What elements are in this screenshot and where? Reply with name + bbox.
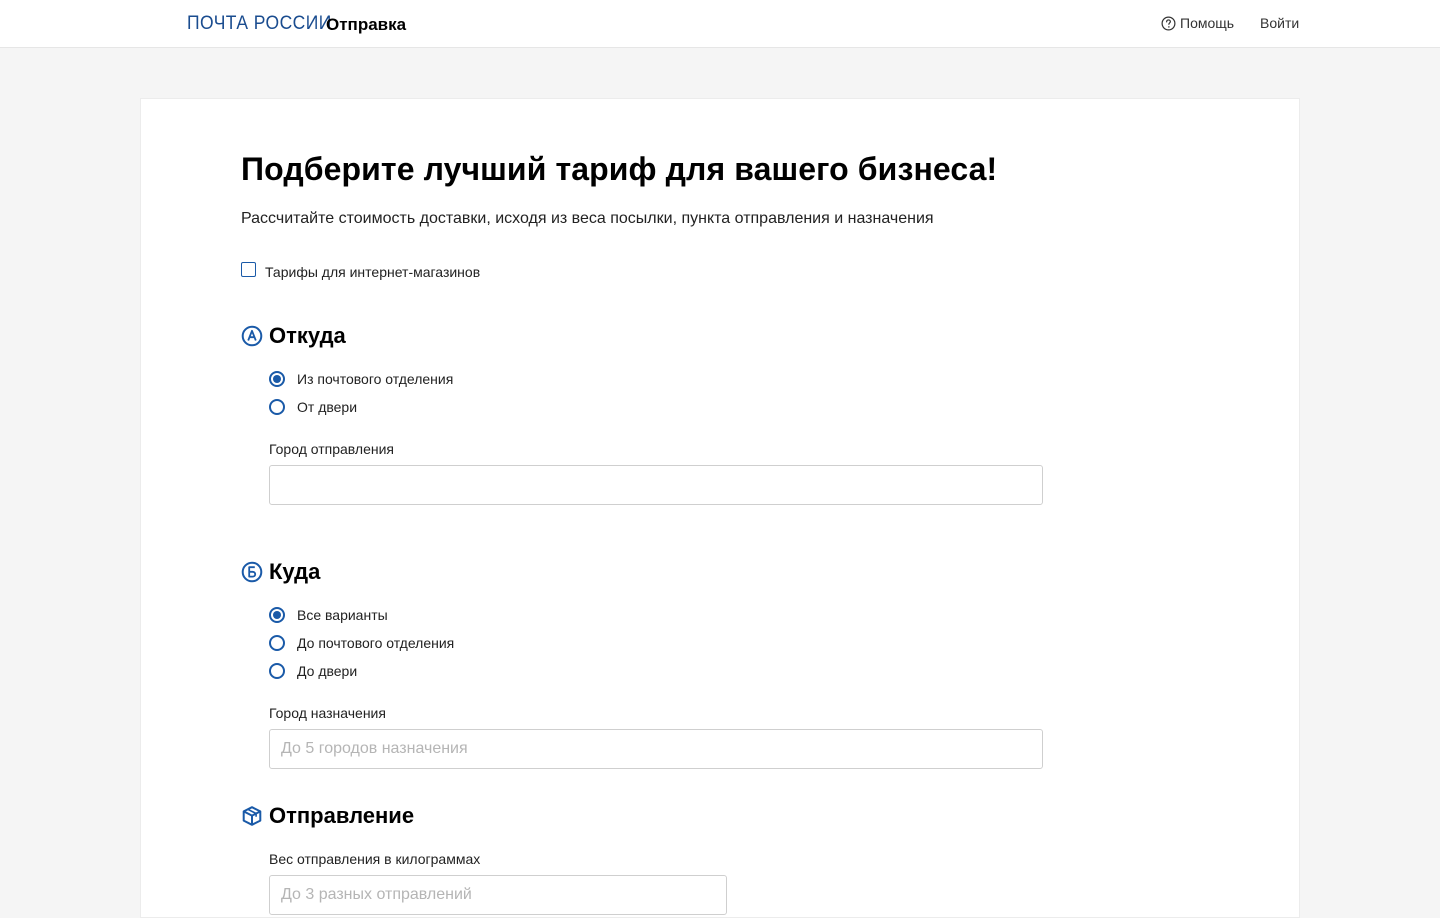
page-title: Подберите лучший тариф для вашего бизнес…	[241, 151, 998, 187]
to-option-all[interactable]: Все варианты	[269, 607, 388, 623]
radio-button[interactable]	[269, 635, 285, 651]
from-option-door[interactable]: От двери	[269, 399, 357, 415]
help-label: Помощь	[1180, 15, 1235, 31]
radio-button-checked[interactable]	[269, 607, 285, 623]
to-section-title: Куда	[269, 559, 321, 584]
letter-b-circle-icon	[241, 561, 263, 583]
checkbox-label: Тарифы для интернет-магазинов	[265, 264, 481, 280]
question-circle-icon	[1161, 16, 1176, 30]
package-box-icon	[242, 806, 262, 826]
checkbox-box[interactable]	[241, 261, 256, 277]
from-section-title: Откуда	[269, 323, 346, 348]
to-option-door[interactable]: До двери	[269, 663, 357, 679]
destination-city-input[interactable]	[269, 729, 1043, 769]
radio-label: Из почтового отделения	[297, 371, 454, 387]
radio-button-checked[interactable]	[269, 371, 285, 387]
ecommerce-tariffs-checkbox[interactable]: Тарифы для интернет-магазинов	[241, 261, 481, 280]
from-section-header: Откуда	[241, 323, 346, 349]
weight-input[interactable]	[269, 875, 727, 915]
login-link[interactable]: Войти	[1260, 15, 1299, 31]
radio-label: От двери	[297, 399, 358, 415]
shipment-section-header: Отправление	[241, 803, 414, 829]
from-option-post-office[interactable]: Из почтового отделения	[269, 371, 453, 387]
weight-label: Вес отправления в килограммах	[269, 851, 481, 867]
letter-a-circle-icon	[241, 325, 263, 347]
pochta-rossii-logo[interactable]: ПОЧТА РОССИИ	[187, 13, 332, 35]
origin-city-input[interactable]	[269, 465, 1043, 505]
top-header: ПОЧТА РОССИИ Отправка Помощь Войти	[0, 0, 1440, 48]
radio-label: До двери	[297, 663, 358, 679]
page-subtitle: Рассчитайте стоимость доставки, исходя и…	[241, 210, 934, 227]
to-section-header: Куда	[241, 559, 320, 585]
radio-button[interactable]	[269, 399, 285, 415]
header-section-title[interactable]: Отправка	[326, 15, 406, 35]
destination-city-label: Город назначения	[269, 705, 386, 721]
radio-button[interactable]	[269, 663, 285, 679]
calculator-card: Подберите лучший тариф для вашего бизнес…	[140, 98, 1300, 918]
origin-city-label: Город отправления	[269, 441, 395, 457]
to-option-post-office[interactable]: До почтового отделения	[269, 635, 454, 651]
radio-label: Все варианты	[297, 607, 388, 623]
shipment-section-title: Отправление	[269, 803, 415, 828]
help-link[interactable]: Помощь	[1161, 15, 1234, 31]
radio-label: До почтового отделения	[297, 635, 455, 651]
